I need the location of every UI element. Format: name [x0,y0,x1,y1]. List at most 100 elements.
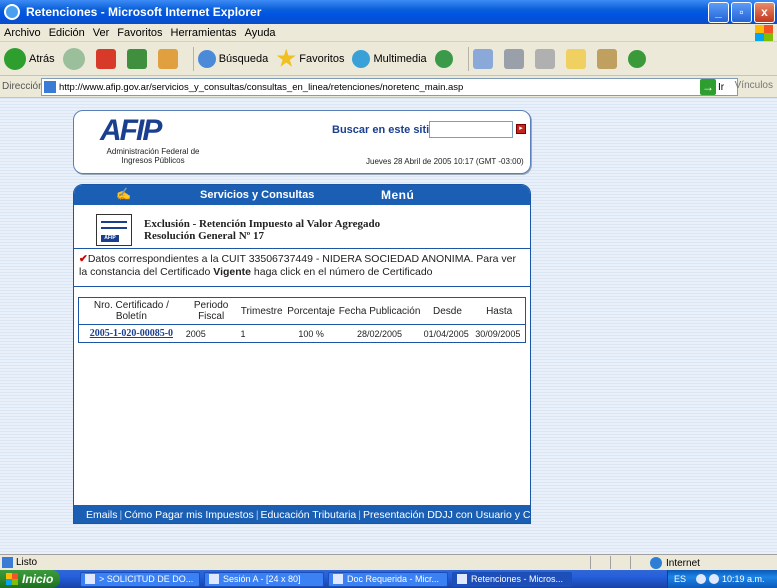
col-header-fecha: Fecha Publicación [337,297,422,325]
home-button[interactable] [157,48,181,69]
maximize-button[interactable]: ▫ [731,2,752,23]
certificate-link[interactable]: 2005-1-020-00085-0 [79,325,184,343]
cell-porcentaje: 100 % [298,328,324,339]
afip-logo[interactable]: AFIP [100,116,200,146]
info-text: ✔Datos correspondientes a la CUIT 335067… [79,253,527,279]
info-text-bold: Vigente [213,266,251,278]
toolbar-divider [192,46,194,71]
magnifier-icon [197,49,216,68]
tray-icon[interactable] [709,574,720,584]
taskbar-item-retenciones[interactable]: Retenciones - Micros... [452,571,572,587]
go-arrow-icon: → [700,79,716,95]
toolbar-divider [467,46,469,71]
start-button[interactable]: Inicio [0,570,60,588]
home-icon [157,48,178,69]
taskbar: Inicio > SOLICITUD DE DO... Sesión A - [… [0,570,777,588]
footer-separator: | [358,509,362,521]
footer-link-educacion[interactable]: Educación Tributaria [261,509,357,521]
pen-icon: ✍ [116,187,131,201]
task-label: Sesión A - [24 x 80] [223,574,301,584]
language-indicator[interactable]: ES [674,574,686,584]
checkmark-icon: ✔ [79,253,88,265]
edit-button[interactable] [534,48,558,69]
cell-hasta: 30/09/2005 [475,328,521,339]
search-button[interactable]: Búsqueda [197,49,268,68]
exclusion-title-line-2: Resolución General Nº 17 [144,230,265,242]
research-icon [596,48,617,69]
forward-button[interactable] [62,47,88,70]
current-date: Jueves 28 Abril de 2005 10:17 (GMT -03:0… [366,157,524,166]
menu-favoritos[interactable]: Favoritos [117,27,162,39]
back-button[interactable]: Atrás [4,47,55,70]
security-zone: Internet [650,557,700,569]
menu-archivo[interactable]: Archivo [4,27,41,39]
footer-separator: | [119,509,123,521]
col-header-periodo: Periodo Fiscal [183,297,239,325]
taskbar-item-sesion[interactable]: Sesión A - [24 x 80] [204,571,324,587]
window-titlebar: Retenciones - Microsoft Internet Explore… [0,0,777,24]
window-title: Retenciones - Microsoft Internet Explore… [26,5,262,19]
tray-icon[interactable] [696,574,707,584]
footer-link-emails[interactable]: Emails [86,509,118,521]
research-button[interactable] [596,48,620,69]
info-text-after: haga click en el número de Certificado [250,266,433,278]
status-text: Listo [16,557,38,568]
forward-arrow-icon [62,47,85,70]
services-link[interactable]: Servicios y Consultas [200,189,314,201]
col-header-desde: Desde [421,297,474,325]
status-divider [590,556,591,569]
address-input[interactable]: http://www.afip.gov.ar/servicios_y_consu… [41,78,738,96]
menu-bar: Archivo Edición Ver Favoritos Herramient… [0,24,777,42]
menu-herramientas[interactable]: Herramientas [171,27,237,39]
table-row: 2005-1-020-00085-0 2005 1 100 % 28/02/20… [79,325,526,343]
footer-link-pagar[interactable]: Cómo Pagar mis Impuestos [124,509,254,521]
status-bar: Listo Internet [0,554,777,570]
go-button[interactable]: → Ir [700,79,724,95]
menu-link[interactable]: Menú [381,188,414,202]
messenger-button[interactable] [627,49,649,68]
afip-header: AFIP Administración Federal de Ingresos … [73,110,531,174]
window-controls: _ ▫ x [708,2,775,23]
col-header-hasta: Hasta [473,297,526,325]
favorites-label: Favoritos [299,52,345,65]
print-button[interactable] [503,48,527,69]
task-label: > SOLICITUD DE DO... [99,574,194,584]
certificate-document-icon: AFIP [96,214,132,246]
menu-ver[interactable]: Ver [93,27,110,39]
refresh-button[interactable] [126,48,150,69]
mail-button[interactable] [472,48,496,69]
multimedia-button[interactable]: Multimedia [352,49,427,68]
history-button[interactable] [434,49,456,68]
main-panel: ✍ Servicios y Consultas Menú AFIP Exclus… [73,184,531,524]
minimize-button[interactable]: _ [708,2,729,23]
status-divider [610,556,611,569]
page-content: AFIP Administración Federal de Ingresos … [0,98,777,554]
menu-edicion[interactable]: Edición [49,27,85,39]
col-header-trimestre: Trimestre [238,297,285,325]
cell-fecha: 28/02/2005 [357,328,403,339]
stop-button[interactable] [95,48,119,69]
task-label: Doc Requerida - Micr... [347,574,440,584]
messenger-icon [627,49,646,68]
footer-link-ddjj[interactable]: Presentación DDJJ con Usuario y Clave [363,509,530,521]
search-go-button[interactable]: ▸ [516,124,526,134]
address-bar: Dirección http://www.afip.gov.ar/servici… [0,76,777,98]
links-button[interactable]: Vínculos [735,80,773,91]
footer-links: Emails | Cómo Pagar mis Impuestos | Educ… [74,505,530,523]
taskbar-item-solicitud[interactable]: > SOLICITUD DE DO... [80,571,200,587]
address-url: http://www.afip.gov.ar/servicios_y_consu… [59,81,464,93]
footer-separator: | [255,509,259,521]
close-button[interactable]: x [754,2,775,23]
terminal-icon [209,574,219,584]
favorites-button[interactable]: Favoritos [276,48,345,69]
site-search-input[interactable] [429,121,513,138]
menu-ayuda[interactable]: Ayuda [245,27,276,39]
folder-button[interactable] [565,48,589,69]
toolbar: Atrás Búsqueda Favoritos Multimedia [0,42,777,76]
col-header-porcentaje: Porcentaje [284,297,338,325]
refresh-icon [126,48,147,69]
divider [74,286,530,287]
certificates-table: Nro. Certificado / Boletín Periodo Fisca… [78,297,526,343]
folder-icon [565,48,586,69]
taskbar-item-doc[interactable]: Doc Requerida - Micr... [328,571,448,587]
